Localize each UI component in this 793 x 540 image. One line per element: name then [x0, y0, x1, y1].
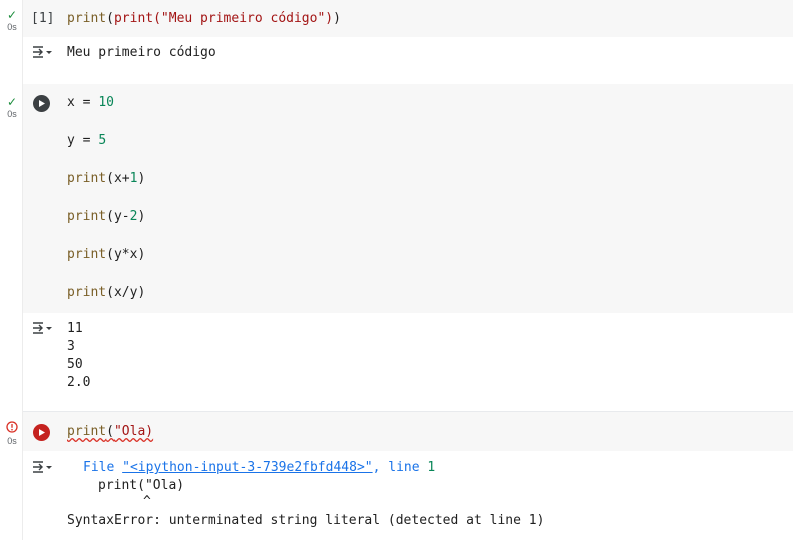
cell-3-code[interactable]: print("Ola) — [67, 424, 153, 439]
cell-2-output-line-1: 11 — [67, 321, 83, 336]
run-cell-button[interactable] — [33, 95, 50, 112]
cell-2-code-line-2[interactable]: y = 5 — [67, 133, 106, 148]
check-icon: ✓ — [6, 8, 18, 22]
output-collapse-icon[interactable] — [31, 460, 53, 474]
cell-2-code-line-6[interactable]: print(x/y) — [67, 285, 145, 300]
cell-2-output-line-3: 50 — [67, 357, 83, 372]
error-message: SyntaxError: unterminated string literal… — [67, 513, 545, 528]
cell-1-code-text: print("Meu primeiro código") — [113, 11, 334, 26]
cell-1-exec-time: 0s — [7, 22, 17, 32]
traceback-file-link[interactable]: "<ipython-input-3-739e2fbfd448>" — [122, 460, 372, 475]
output-collapse-icon[interactable] — [31, 45, 53, 59]
traceback-source: print("Ola) — [98, 478, 185, 493]
cell-1-output: Meu primeiro código — [67, 45, 216, 60]
check-icon: ✓ — [6, 95, 18, 109]
cell-2-editor[interactable] — [22, 84, 793, 313]
play-icon — [39, 100, 45, 107]
cell-2-output-line-2: 3 — [67, 339, 75, 354]
cell-2-code-line-4[interactable]: print(y-2) — [67, 209, 145, 224]
cell-divider — [22, 411, 793, 412]
traceback-caret: ^ — [143, 494, 151, 509]
cell-2-code-line-3[interactable]: print(x+1) — [67, 171, 145, 186]
cell-2-output-line-4: 2.0 — [67, 375, 91, 390]
cell-1-status: ✓ 0s — [2, 6, 22, 32]
cell-2-code-line-5[interactable]: print(y*x) — [67, 247, 145, 262]
gutter-border — [22, 0, 23, 540]
run-cell-button[interactable] — [33, 424, 50, 441]
play-icon — [39, 429, 45, 436]
traceback-file-line: File "<ipython-input-3-739e2fbfd448>", l… — [83, 460, 436, 475]
output-collapse-icon[interactable] — [31, 321, 53, 335]
cell-1-code[interactable]: print(print("Meu primeiro código")) — [67, 11, 341, 26]
cell-2-exec-time: 0s — [7, 109, 17, 119]
error-circle-icon — [6, 421, 18, 433]
traceback-line-number: 1 — [427, 460, 436, 475]
cell-3-code-string: "Ola) — [113, 424, 154, 439]
cell-1-execution-count: [1] — [31, 11, 55, 26]
cell-3-status: 0s — [2, 420, 22, 446]
cell-3-exec-time: 0s — [7, 436, 17, 446]
cell-2-code-line-1[interactable]: x = 10 — [67, 95, 114, 110]
cell-2-status: ✓ 0s — [2, 93, 22, 119]
